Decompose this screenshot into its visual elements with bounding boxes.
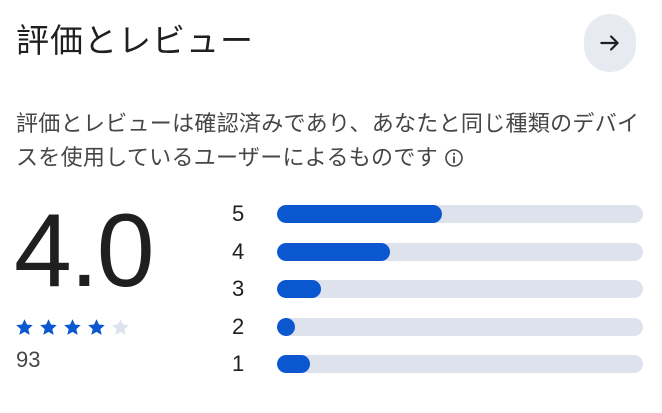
- average-rating: 4.0: [14, 193, 155, 309]
- section-title: 評価とレビュー: [16, 21, 254, 60]
- description-text: 評価とレビューは確認済みであり、あなたと同じ種類のデバイスを使用しているユーザー…: [16, 112, 640, 171]
- star-rating: [14, 317, 131, 338]
- rating-bar-track: [277, 317, 643, 336]
- rating-row-label: 5: [232, 201, 245, 226]
- rating-row: 1: [226, 350, 646, 388]
- star-filled-icon: [64, 319, 81, 335]
- ratings-description: 評価とレビューは確認済みであり、あなたと同じ種類のデバイスを使用しているユーザー…: [16, 108, 656, 179]
- rating-bar-track: [277, 242, 643, 261]
- rating-bar-fill: [277, 205, 442, 223]
- arrow-right-icon: [600, 35, 619, 51]
- rating-row-label: 4: [232, 238, 245, 264]
- rating-bar-track: [277, 355, 643, 373]
- rating-row: 3: [226, 275, 646, 313]
- star-empty-icon: [112, 319, 129, 335]
- rating-bar-fill: [277, 242, 391, 261]
- rating-row-label: 2: [232, 313, 245, 339]
- rating-distribution: 5 4 3 2 1: [226, 200, 646, 388]
- star-filled-icon: [40, 319, 57, 335]
- review-count: 93: [16, 347, 41, 372]
- rating-bar-fill: [277, 317, 296, 336]
- rating-row: 2: [226, 313, 646, 351]
- rating-bar-fill: [277, 355, 310, 373]
- star-filled-icon: [88, 319, 105, 335]
- info-icon[interactable]: [444, 145, 464, 179]
- star-filled-icon: [16, 319, 33, 335]
- rating-row: 5: [226, 200, 646, 238]
- rating-row-label: 1: [232, 351, 245, 376]
- rating-bar-fill: [277, 280, 321, 298]
- see-all-reviews-button[interactable]: [584, 14, 636, 72]
- rating-bar-track: [277, 205, 643, 223]
- rating-row: 4: [226, 238, 646, 276]
- rating-row-label: 3: [232, 276, 245, 301]
- rating-bar-track: [277, 280, 643, 298]
